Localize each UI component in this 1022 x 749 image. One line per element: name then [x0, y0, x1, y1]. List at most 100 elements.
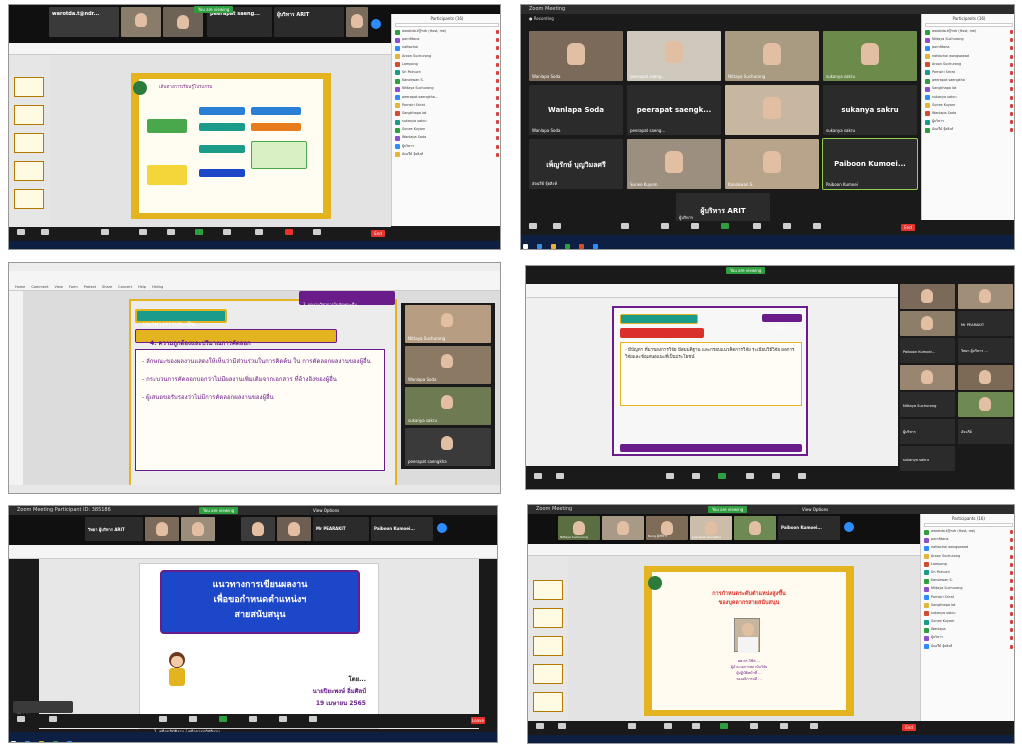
participant-row[interactable]: Sangkhapa lat — [921, 602, 1014, 610]
video-thumb-3[interactable]: Nong ผู้บริหาร — [646, 516, 688, 540]
participant-row[interactable]: sukanya sakru — [921, 610, 1014, 618]
muted-mic-icon[interactable] — [1010, 570, 1013, 575]
ribbon-tab[interactable]: Convert — [118, 285, 132, 289]
gallery-tile[interactable] — [900, 311, 955, 336]
video-thumb-6[interactable]: Mr PEARAKIT — [313, 517, 369, 541]
gallery-tile-4[interactable]: sukanya sakru — [823, 31, 917, 81]
slide-thumb[interactable] — [14, 105, 44, 125]
ribbon-tab[interactable]: View — [55, 285, 63, 289]
participant-row[interactable]: อัจฉรีย์ จุ้ยสิงห์ — [392, 151, 500, 159]
video-camera-icon[interactable] — [558, 723, 566, 729]
muted-mic-icon[interactable] — [1010, 644, 1013, 649]
participant-row[interactable]: Aroon Suchurong — [392, 53, 500, 61]
participant-row[interactable]: pornfitana — [392, 36, 500, 44]
taskbar-app-icon[interactable] — [25, 740, 31, 742]
taskbar-app-icon[interactable] — [558, 744, 563, 745]
muted-mic-icon[interactable] — [1010, 587, 1013, 592]
shield-icon[interactable] — [621, 223, 629, 229]
slide-thumb[interactable] — [533, 636, 563, 656]
view-options-button[interactable]: View Options — [798, 506, 833, 513]
ribbon-tab[interactable]: Protect — [84, 285, 96, 289]
end-meeting-button[interactable]: End — [371, 230, 385, 237]
chat-icon[interactable] — [692, 723, 700, 729]
muted-mic-icon[interactable] — [496, 120, 499, 125]
taskbar-app-icon[interactable] — [579, 243, 585, 249]
record-icon[interactable] — [753, 223, 761, 229]
muted-mic-icon[interactable] — [496, 103, 499, 108]
participant-row[interactable]: Pornsiri Srirat — [392, 102, 500, 110]
speaker-tile-1[interactable]: Nittaya Suchurong — [405, 305, 491, 343]
slide-thumb[interactable] — [533, 608, 563, 628]
participants-icon[interactable] — [159, 716, 167, 722]
gallery-tile-9[interactable]: เพ็ญรักษ์ บุญวิมลศรี อัจฉรีย์ จุ้ยสิงห์ — [529, 139, 623, 189]
muted-mic-icon[interactable] — [1010, 46, 1013, 51]
participant-row[interactable]: warotda.t@ndr (Host, me) — [922, 28, 1014, 36]
muted-mic-icon[interactable] — [496, 70, 499, 75]
participants-icon[interactable] — [664, 723, 672, 729]
gallery-tile-8[interactable]: sukanya sakru sukanya sakru — [823, 85, 917, 135]
camera-icon[interactable] — [437, 523, 447, 533]
participant-row[interactable]: nattachai wongsawad — [922, 53, 1014, 61]
taskbar-app-icon[interactable] — [593, 243, 599, 249]
participant-row[interactable]: Sri Polnuch — [921, 569, 1014, 577]
gallery-tile-5[interactable]: Wanlapa Soda Wanlapa Soda — [529, 85, 623, 135]
muted-mic-icon[interactable] — [1010, 103, 1013, 108]
muted-mic-icon[interactable] — [1010, 95, 1013, 100]
participant-row[interactable]: Kanokwan S. — [921, 577, 1014, 585]
participant-row[interactable]: Sunee Kuyom — [922, 102, 1014, 110]
video-thumb-6[interactable] — [346, 7, 368, 37]
participant-row[interactable]: Lampong — [921, 561, 1014, 569]
share-screen-icon[interactable] — [219, 716, 227, 722]
gallery-tile[interactable]: อัจฉรีย์ — [958, 419, 1013, 444]
participant-row[interactable]: pornfitana — [921, 536, 1014, 544]
taskbar-app-icon[interactable] — [537, 243, 543, 249]
participant-row[interactable]: ผู้บริหาร — [921, 634, 1014, 642]
gallery-tile[interactable] — [900, 284, 955, 309]
muted-mic-icon[interactable] — [1010, 54, 1013, 59]
gallery-tile-12[interactable]: Paiboon Kumoei... Paiboon Kumoei — [822, 138, 918, 190]
start-icon[interactable] — [523, 243, 528, 249]
muted-mic-icon[interactable] — [496, 30, 499, 34]
taskbar-app-icon[interactable] — [67, 740, 73, 742]
muted-mic-icon[interactable] — [496, 95, 499, 100]
video-thumb-2[interactable] — [602, 516, 644, 540]
gallery-tile[interactable]: ผู้บริหาร — [900, 419, 955, 444]
participants-icon[interactable] — [661, 223, 669, 229]
gallery-tile-13[interactable]: ผู้บริหาร ARIT ผู้บริหาร — [676, 193, 770, 223]
video-thumb-1[interactable]: วิทยา ผู้บริหาร ARIT — [85, 517, 143, 541]
gallery-tile-10[interactable]: Sunee Kuyom — [627, 139, 721, 189]
taskbar-app-icon[interactable] — [544, 744, 549, 745]
shield-icon[interactable] — [628, 723, 636, 729]
ribbon-tab[interactable]: Help — [138, 285, 146, 289]
more-icon[interactable] — [813, 223, 821, 229]
muted-mic-icon[interactable] — [1010, 620, 1013, 625]
gallery-tile-1[interactable]: Wanlapa Soda — [529, 31, 623, 81]
participant-row[interactable]: Sunee Kuyom — [392, 126, 500, 134]
muted-mic-icon[interactable] — [496, 152, 499, 157]
video-thumb-2[interactable] — [145, 517, 179, 541]
taskbar-app-icon[interactable] — [25, 250, 30, 251]
muted-mic-icon[interactable] — [496, 54, 499, 59]
gallery-tile-7[interactable] — [725, 85, 819, 135]
muted-mic-icon[interactable] — [1010, 120, 1013, 125]
share-screen-icon[interactable] — [721, 223, 729, 229]
speaker-tile-2[interactable]: Wanlapa Soda — [405, 346, 491, 384]
video-thumb-4[interactable] — [241, 517, 275, 541]
chat-icon[interactable] — [691, 223, 699, 229]
video-camera-icon[interactable] — [556, 473, 564, 479]
muted-mic-icon[interactable] — [1010, 128, 1013, 133]
participant-row[interactable]: อัจฉรีย์ จุ้ยสิงห์ — [921, 643, 1014, 651]
muted-mic-icon[interactable] — [1010, 611, 1013, 616]
taskbar-app-icon[interactable] — [81, 250, 86, 251]
participant-row[interactable]: Wanlapa — [921, 626, 1014, 634]
start-icon[interactable] — [11, 250, 16, 251]
audio-popup[interactable]: Click to see more audio — [13, 701, 73, 717]
video-thumb-5[interactable]: ผู้บริหาร ARIT — [274, 7, 344, 37]
gallery-tile-11[interactable]: Kanokwan S. — [725, 139, 819, 189]
share-status-bar[interactable]: You are viewing — [708, 506, 748, 513]
gallery-tile-6[interactable]: peerapat saengk... peerapat saeng... — [627, 85, 721, 135]
video-camera-icon[interactable] — [41, 229, 49, 235]
participant-row[interactable]: Aroon Suchurong — [922, 61, 1014, 69]
muted-mic-icon[interactable] — [496, 111, 499, 116]
camera-icon[interactable] — [371, 19, 381, 29]
